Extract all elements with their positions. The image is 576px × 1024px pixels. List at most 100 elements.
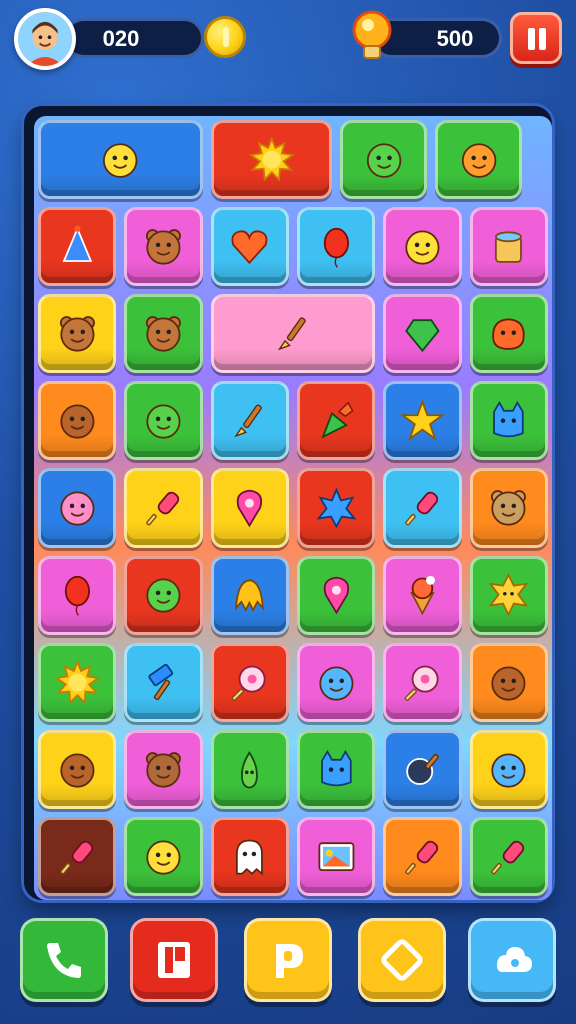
- tile[interactable]: [124, 381, 203, 461]
- tile[interactable]: [383, 729, 462, 809]
- tile[interactable]: [297, 381, 376, 461]
- yellow-face-icon: [146, 840, 181, 875]
- tile[interactable]: [297, 816, 376, 896]
- settings-button[interactable]: [468, 918, 556, 1002]
- tile[interactable]: [124, 468, 203, 548]
- phone-button[interactable]: [20, 918, 108, 1002]
- pear-icon: [241, 750, 259, 789]
- tile[interactable]: [38, 816, 117, 896]
- octopus-icon: [235, 579, 265, 613]
- tile[interactable]: [383, 207, 462, 287]
- pause-icon: [528, 28, 535, 50]
- popsicle-icon: [491, 840, 525, 875]
- tile[interactable]: [383, 642, 462, 722]
- book-button[interactable]: [130, 918, 218, 1002]
- tile[interactable]: [210, 816, 289, 896]
- book-icon: [158, 942, 190, 978]
- brush-icon: [277, 317, 306, 351]
- pan-icon: [406, 753, 439, 785]
- cat-icon: [493, 401, 525, 438]
- tile[interactable]: [469, 642, 548, 722]
- tile[interactable]: [210, 729, 289, 809]
- tile[interactable]: [469, 555, 548, 635]
- tile[interactable]: [210, 642, 289, 722]
- shuffle-button[interactable]: [358, 918, 446, 1002]
- balloon-icon: [64, 576, 90, 617]
- tile[interactable]: [38, 729, 117, 809]
- tile[interactable]: [383, 468, 462, 548]
- tile[interactable]: [383, 294, 462, 374]
- tile[interactable]: [38, 642, 117, 722]
- star-icon: [400, 399, 445, 442]
- ghost-icon: [236, 839, 264, 876]
- green-face-icon: [146, 404, 181, 439]
- bear-icon: [146, 229, 181, 265]
- shuffle-icon: [381, 939, 423, 981]
- tile[interactable]: [124, 642, 203, 722]
- tile[interactable]: [383, 555, 462, 635]
- tile[interactable]: [38, 207, 117, 287]
- tile[interactable]: [38, 555, 117, 635]
- pause-button[interactable]: [510, 12, 562, 64]
- popsicle-icon: [146, 492, 180, 526]
- lightbulb-icon: [352, 10, 392, 59]
- orange-face-icon: [461, 143, 496, 178]
- tile[interactable]: [297, 555, 376, 635]
- hint-button[interactable]: [244, 918, 332, 1002]
- hammer-icon: [148, 663, 174, 700]
- pink-face-icon: [60, 491, 95, 526]
- pause-icon-bar: [539, 28, 546, 50]
- tile[interactable]: [124, 816, 203, 896]
- tile[interactable]: [210, 294, 376, 374]
- tile[interactable]: [210, 468, 289, 548]
- tile[interactable]: [469, 381, 548, 461]
- coin-value: 020: [102, 26, 140, 51]
- party-hat-icon: [62, 225, 92, 262]
- balloon-icon: [323, 227, 349, 268]
- tile[interactable]: [38, 294, 117, 374]
- avatar[interactable]: [14, 8, 76, 70]
- score-value: 500: [436, 26, 474, 51]
- tile-grid: [34, 116, 552, 900]
- tile[interactable]: [124, 729, 203, 809]
- tile[interactable]: [297, 729, 376, 809]
- splash-icon: [316, 487, 357, 529]
- sun-icon: [248, 136, 295, 182]
- tile[interactable]: [210, 555, 289, 635]
- tile[interactable]: [124, 207, 203, 287]
- tile[interactable]: [38, 381, 117, 461]
- gem-icon: [405, 319, 440, 353]
- tile[interactable]: [435, 120, 523, 200]
- top-hud: 020 500: [0, 0, 576, 90]
- blob-icon: [492, 318, 525, 350]
- phone-icon: [47, 943, 81, 978]
- tile[interactable]: [469, 207, 548, 287]
- tile[interactable]: [38, 468, 117, 548]
- tile[interactable]: [297, 207, 376, 287]
- tile[interactable]: [124, 555, 203, 635]
- monkey-icon: [60, 753, 95, 788]
- tile[interactable]: [469, 468, 548, 548]
- tile[interactable]: [469, 294, 548, 374]
- popsicle-icon: [405, 492, 439, 526]
- tile[interactable]: [383, 381, 462, 461]
- tile[interactable]: [210, 381, 289, 461]
- tile[interactable]: [340, 120, 428, 200]
- tile[interactable]: [297, 642, 376, 722]
- tile[interactable]: [124, 294, 203, 374]
- cat-icon: [320, 749, 352, 786]
- lollipop-icon: [404, 665, 439, 701]
- tile[interactable]: [383, 816, 462, 896]
- sun-face-icon: [488, 573, 529, 617]
- tile[interactable]: [210, 207, 289, 287]
- tile[interactable]: [210, 120, 333, 200]
- avatar-face-icon: [18, 12, 72, 66]
- ice-cream-icon: [410, 576, 436, 616]
- tile[interactable]: [38, 120, 203, 200]
- tile[interactable]: [469, 729, 548, 809]
- pin-icon: [323, 577, 349, 615]
- blue-face-icon: [491, 753, 526, 788]
- tile[interactable]: [297, 468, 376, 548]
- tile[interactable]: [469, 816, 548, 896]
- blue-face-icon: [319, 666, 354, 701]
